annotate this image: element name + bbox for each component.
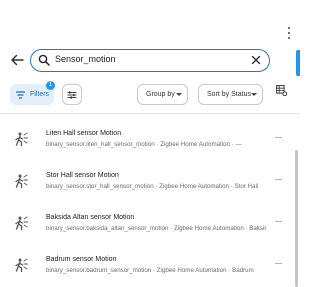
row-status: — <box>275 218 282 225</box>
close-icon[interactable] <box>251 55 261 65</box>
row-name: Badrum sensor Motion <box>46 256 117 263</box>
group-by-dropdown[interactable]: Group by <box>137 84 188 105</box>
filters-label: Filters <box>30 91 50 98</box>
table-row[interactable]: Liten Hall sensor Motion binary_sensor.l… <box>0 120 292 160</box>
tune-icon <box>67 90 77 99</box>
motion-sensor-icon <box>15 258 28 272</box>
table-toolbar: Filters 1 Group by Sort by Status <box>0 80 300 110</box>
search-input[interactable]: Sensor_motion <box>30 49 270 72</box>
motion-sensor-icon <box>15 216 28 230</box>
search-value: Sensor_motion <box>55 54 116 64</box>
edge-indicator <box>296 50 300 76</box>
sort-by-dropdown[interactable]: Sort by Status <box>198 84 263 105</box>
row-entity: binary_sensor.badrum_sensor_motion · Zig… <box>46 267 254 274</box>
row-name: Baksida Altan sensor Motion <box>46 214 135 221</box>
chevron-down-icon <box>251 93 257 96</box>
row-entity: binary_sensor.baksida_altan_sensor_motio… <box>46 225 266 232</box>
tune-button[interactable] <box>62 84 82 105</box>
table-cog-icon[interactable] <box>276 85 287 96</box>
row-name: Stor Hall sensor Motion <box>46 172 119 179</box>
filter-variant-icon <box>16 90 25 99</box>
table-row[interactable]: Baksida Altan sensor Motion binary_senso… <box>0 204 292 244</box>
row-status: — <box>275 134 282 141</box>
sort-by-label: Sort by Status <box>207 91 251 98</box>
row-status: — <box>275 176 282 183</box>
table-row[interactable]: Badrum sensor Motion binary_sensor.badru… <box>0 246 292 286</box>
arrow-left-icon[interactable] <box>10 53 24 67</box>
scrollbar[interactable] <box>295 150 298 287</box>
filters-count-badge: 1 <box>46 81 55 90</box>
row-entity: binary_sensor.liten_hall_sensor_motion ·… <box>46 141 242 148</box>
group-by-label: Group by <box>146 91 175 98</box>
toolbar-divider <box>0 113 300 114</box>
row-entity: binary_sensor.stor_hall_sensor_motion · … <box>46 183 259 190</box>
magnify-icon <box>38 54 50 66</box>
chevron-down-icon <box>176 93 182 96</box>
motion-sensor-icon <box>15 132 28 146</box>
table-row[interactable]: Stor Hall sensor Motion binary_sensor.st… <box>0 162 292 202</box>
search-row: Sensor_motion <box>0 46 300 74</box>
top-app-bar <box>0 0 300 42</box>
motion-sensor-icon <box>15 174 28 188</box>
row-name: Liten Hall sensor Motion <box>46 130 122 137</box>
row-status: — <box>275 260 282 267</box>
dots-vertical-icon[interactable] <box>286 27 292 39</box>
